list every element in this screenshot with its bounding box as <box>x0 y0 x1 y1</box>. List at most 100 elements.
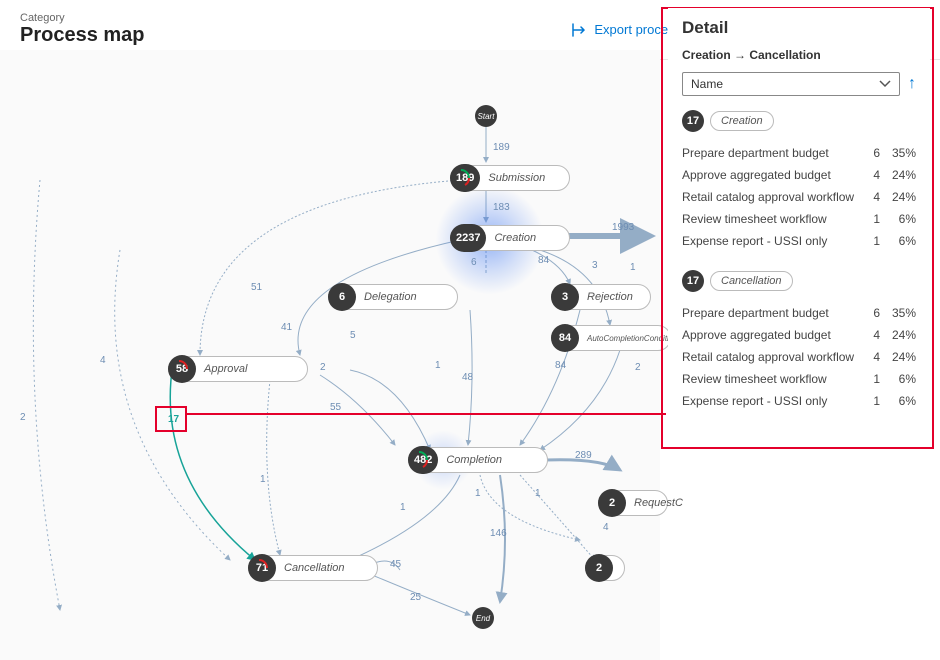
item-count: 4 <box>860 328 880 342</box>
detail-item-row[interactable]: Review timesheet workflow 1 6% <box>682 208 916 230</box>
edge-label: 25 <box>410 592 421 603</box>
detail-item-row[interactable]: Prepare department budget 6 35% <box>682 142 916 164</box>
approval-node[interactable]: 58 Approval <box>168 356 308 382</box>
creation-node[interactable]: 2237 Creation <box>450 225 570 251</box>
edge-label: 289 <box>575 450 592 461</box>
edge-label: 1 <box>435 360 441 371</box>
annotation-arrow <box>186 413 666 415</box>
end-node[interactable]: End <box>472 607 494 629</box>
detail-item-row[interactable]: Review timesheet workflow 1 6% <box>682 368 916 390</box>
title-block: Category Process map <box>20 12 145 47</box>
edge-label: 48 <box>462 372 473 383</box>
requestc-node[interactable]: 2 RequestC <box>598 490 668 516</box>
item-name: Expense report - USSI only <box>682 394 860 408</box>
submission-node[interactable]: 189 Submission <box>450 165 570 191</box>
edge-label: 2 <box>320 362 326 373</box>
detail-item-row[interactable]: Approve aggregated budget 4 24% <box>682 324 916 346</box>
edge-label: 189 <box>493 142 510 153</box>
edge-label: 1 <box>475 488 481 499</box>
edge-label: 4 <box>603 522 609 533</box>
page-title: Process map <box>20 24 145 47</box>
edge-label: 51 <box>251 282 262 293</box>
item-count: 4 <box>860 350 880 364</box>
edge-label-selected: 17 <box>168 414 179 425</box>
item-count: 4 <box>860 190 880 204</box>
edge-label: 5 <box>350 330 356 341</box>
edge-label: 84 <box>555 360 566 371</box>
detail-panel: Detail Creation → Cancellation Name ↑ 17… <box>668 8 930 422</box>
arc-icon <box>249 558 269 578</box>
edge-label: 2 <box>20 412 26 423</box>
edge-label: 1 <box>260 474 266 485</box>
edge-label: 183 <box>493 202 510 213</box>
detail-section-header: 17 Cancellation <box>682 270 916 292</box>
process-map-canvas[interactable]: Start End 189 Submission 2237 Creation 6… <box>0 50 660 660</box>
detail-item-row[interactable]: Prepare department budget 6 35% <box>682 302 916 324</box>
autocomplete-node[interactable]: 84 AutoCompletionConditionEvaluat <box>551 325 671 351</box>
item-name: Review timesheet workflow <box>682 372 860 386</box>
detail-item-row[interactable]: Expense report - USSI only 1 6% <box>682 230 916 252</box>
item-count: 1 <box>860 394 880 408</box>
item-percent: 35% <box>880 146 916 160</box>
export-icon <box>572 23 588 37</box>
item-percent: 24% <box>880 168 916 182</box>
edge-label: 3 <box>592 260 598 271</box>
item-percent: 24% <box>880 350 916 364</box>
detail-item-row[interactable]: Approve aggregated budget 4 24% <box>682 164 916 186</box>
edge-label: 4 <box>100 355 106 366</box>
extra-node[interactable]: 2 <box>585 555 625 581</box>
item-name: Retail catalog approval workflow <box>682 190 860 204</box>
detail-section-header: 17 Creation <box>682 110 916 132</box>
chevron-down-icon <box>879 80 891 88</box>
section-pill: Cancellation <box>710 271 793 291</box>
item-name: Retail catalog approval workflow <box>682 350 860 364</box>
sort-select[interactable]: Name <box>682 72 900 96</box>
sort-select-label: Name <box>691 77 723 91</box>
section-count: 17 <box>682 270 704 292</box>
item-count: 6 <box>860 146 880 160</box>
item-count: 1 <box>860 212 880 226</box>
item-name: Approve aggregated budget <box>682 328 860 342</box>
edge-label: 55 <box>330 402 341 413</box>
edge-label: 2 <box>635 362 641 373</box>
delegation-node[interactable]: 6 Delegation <box>328 284 458 310</box>
edge-label: 1993 <box>612 222 634 233</box>
cancellation-node[interactable]: 71 Cancellation <box>248 555 378 581</box>
edge-label: 1 <box>630 262 636 273</box>
sort-direction-button[interactable]: ↑ <box>908 75 916 93</box>
completion-node[interactable]: 482 Completion <box>408 447 548 473</box>
item-name: Prepare department budget <box>682 306 860 320</box>
edge-label: 84 <box>538 255 549 266</box>
item-count: 4 <box>860 168 880 182</box>
item-name: Expense report - USSI only <box>682 234 860 248</box>
detail-item-row[interactable]: Retail catalog approval workflow 4 24% <box>682 346 916 368</box>
edge-label: 45 <box>390 559 401 570</box>
detail-item-row[interactable]: Expense report - USSI only 1 6% <box>682 390 916 412</box>
item-percent: 24% <box>880 328 916 342</box>
item-name: Review timesheet workflow <box>682 212 860 226</box>
item-percent: 6% <box>880 234 916 248</box>
arc-icon <box>169 359 189 379</box>
arc-icon <box>451 168 471 188</box>
item-percent: 6% <box>880 372 916 386</box>
edge-label: 6 <box>471 257 477 268</box>
arc-icon <box>409 450 429 470</box>
item-name: Approve aggregated budget <box>682 168 860 182</box>
detail-item-row[interactable]: Retail catalog approval workflow 4 24% <box>682 186 916 208</box>
section-count: 17 <box>682 110 704 132</box>
detail-subtitle: Creation → Cancellation <box>682 48 916 62</box>
section-pill: Creation <box>710 111 774 131</box>
item-percent: 35% <box>880 306 916 320</box>
rejection-node[interactable]: 3 Rejection <box>551 284 651 310</box>
edge-label: 41 <box>281 322 292 333</box>
item-count: 1 <box>860 234 880 248</box>
edge-label: 1 <box>535 488 541 499</box>
item-percent: 24% <box>880 190 916 204</box>
edge-label: 146 <box>490 528 507 539</box>
item-name: Prepare department budget <box>682 146 860 160</box>
detail-title: Detail <box>682 18 916 38</box>
category-label: Category <box>20 12 145 24</box>
edge-label: 1 <box>400 502 406 513</box>
start-node[interactable]: Start <box>475 105 497 127</box>
item-count: 1 <box>860 372 880 386</box>
